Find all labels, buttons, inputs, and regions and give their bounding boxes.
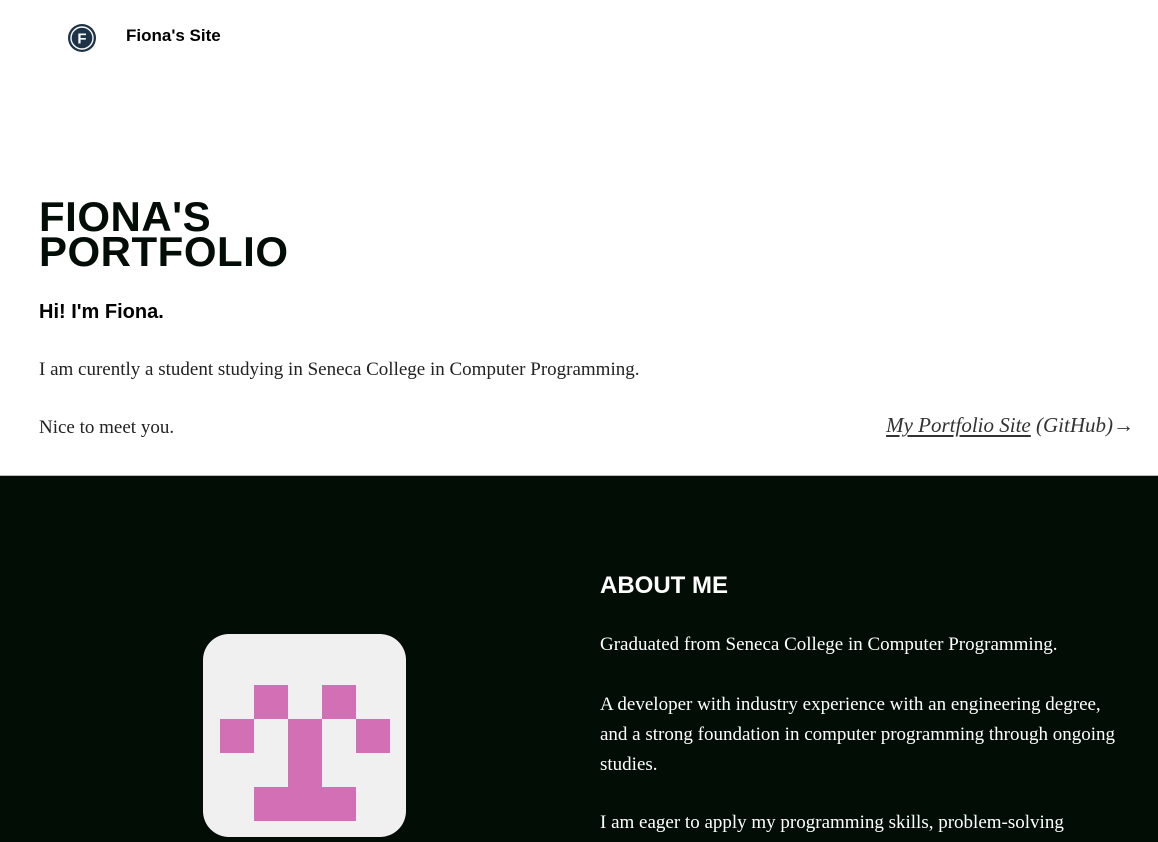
portfolio-link-container: My Portfolio Site (GitHub)→ (886, 412, 1134, 438)
portfolio-link-suffix[interactable]: (GitHub)→ (1031, 413, 1134, 437)
portfolio-site-link[interactable]: My Portfolio Site (886, 413, 1031, 437)
about-section: ABOUT ME Graduated from Seneca College i… (0, 475, 1158, 842)
about-heading: ABOUT ME (600, 572, 728, 599)
site-logo-icon[interactable]: F (67, 23, 97, 53)
site-header: F Fiona's Site (0, 0, 1158, 76)
page-title-line-2: PORTFOLIO (39, 228, 289, 275)
page-title: FIONA'S PORTFOLIO (39, 196, 439, 275)
logo-letter: F (77, 31, 86, 48)
about-paragraph-2: A developer with industry experience wit… (600, 694, 1116, 775)
site-title-link[interactable]: Fiona's Site (126, 26, 221, 46)
meet-text: Nice to meet you. (39, 417, 175, 438)
intro-text: I am curently a student studying in Sene… (39, 359, 640, 380)
avatar-identicon (203, 634, 406, 837)
about-paragraph-3: I am eager to apply my programming skill… (600, 812, 1064, 833)
identicon-icon (220, 685, 390, 821)
greeting-heading: Hi! I'm Fiona. (39, 301, 164, 323)
about-paragraph-1: Graduated from Seneca College in Compute… (600, 634, 1058, 655)
